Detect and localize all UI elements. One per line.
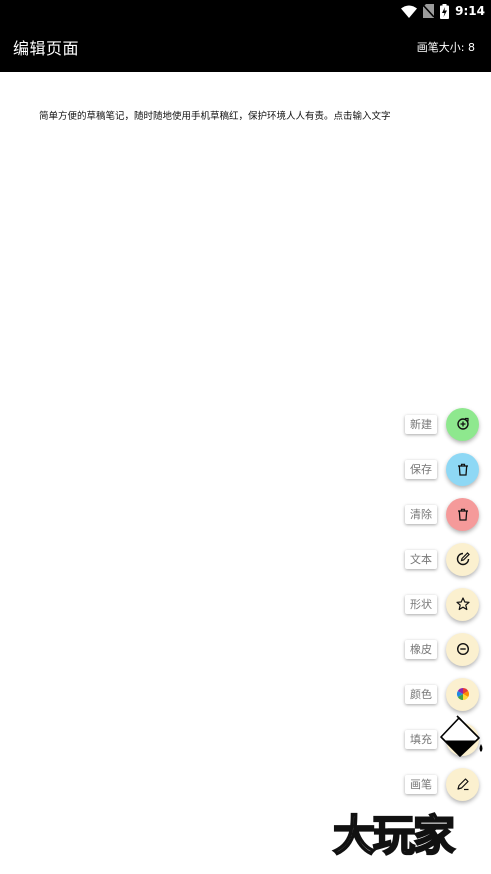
app-bar: 编辑页面 画笔大小: 8 — [0, 22, 491, 72]
battery-charging-icon — [440, 3, 450, 19]
canvas-text[interactable]: 简单方便的草稿笔记，随时随地使用手机草稿红，保护环境人人有责。点击输入文字 — [39, 108, 391, 122]
fab-label-text[interactable]: 文本 — [405, 549, 437, 569]
fab-row-new[interactable]: 新建 — [405, 407, 479, 441]
fab-label-eraser[interactable]: 橡皮 — [405, 639, 437, 659]
page-title: 编辑页面 — [13, 39, 80, 58]
fab-row-clear[interactable]: 清除 — [405, 497, 479, 531]
trash-icon — [457, 463, 469, 476]
no-sim-icon — [423, 4, 435, 18]
edit-icon — [456, 552, 470, 566]
status-icons: 9:14 — [401, 2, 485, 20]
pen-icon — [456, 777, 470, 791]
watermark-logo: 大玩家 — [332, 811, 456, 861]
fab-label-save[interactable]: 保存 — [405, 459, 437, 479]
save-button[interactable] — [446, 452, 479, 486]
fab-row-save[interactable]: 保存 — [405, 452, 479, 486]
shape-button[interactable] — [446, 587, 479, 621]
brush-button[interactable] — [446, 767, 479, 801]
fab-row-text[interactable]: 文本 — [405, 542, 479, 576]
eraser-button[interactable] — [446, 632, 479, 666]
trash-icon — [457, 508, 469, 521]
paint-bucket-icon — [440, 714, 484, 759]
brush-size-label[interactable]: 画笔大小: 8 — [417, 39, 475, 55]
fab-label-clear[interactable]: 清除 — [405, 504, 437, 524]
fab-row-fill[interactable]: 填充 — [405, 714, 483, 757]
status-time: 9:14 — [455, 4, 485, 18]
minus-circle-icon — [456, 642, 470, 656]
text-button[interactable] — [446, 542, 479, 576]
fab-label-brush[interactable]: 画笔 — [405, 774, 437, 794]
fab-row-eraser[interactable]: 橡皮 — [405, 632, 479, 666]
status-bar: 9:14 — [0, 0, 491, 22]
fab-row-color[interactable]: 颜色 — [405, 677, 479, 711]
clear-button[interactable] — [446, 497, 479, 531]
fab-label-new[interactable]: 新建 — [405, 414, 437, 434]
fill-button[interactable] — [440, 714, 483, 757]
new-icon — [456, 417, 470, 431]
fab-row-shape[interactable]: 形状 — [405, 587, 479, 621]
fab-row-brush[interactable]: 画笔 — [405, 767, 479, 801]
star-icon — [455, 597, 470, 611]
fab-label-color[interactable]: 颜色 — [405, 684, 437, 704]
fab-label-shape[interactable]: 形状 — [405, 594, 437, 614]
fab-label-fill[interactable]: 填充 — [405, 729, 437, 749]
wifi-icon — [401, 5, 418, 18]
new-button[interactable] — [446, 407, 479, 441]
color-wheel-icon — [456, 687, 470, 701]
color-button[interactable] — [446, 677, 479, 711]
